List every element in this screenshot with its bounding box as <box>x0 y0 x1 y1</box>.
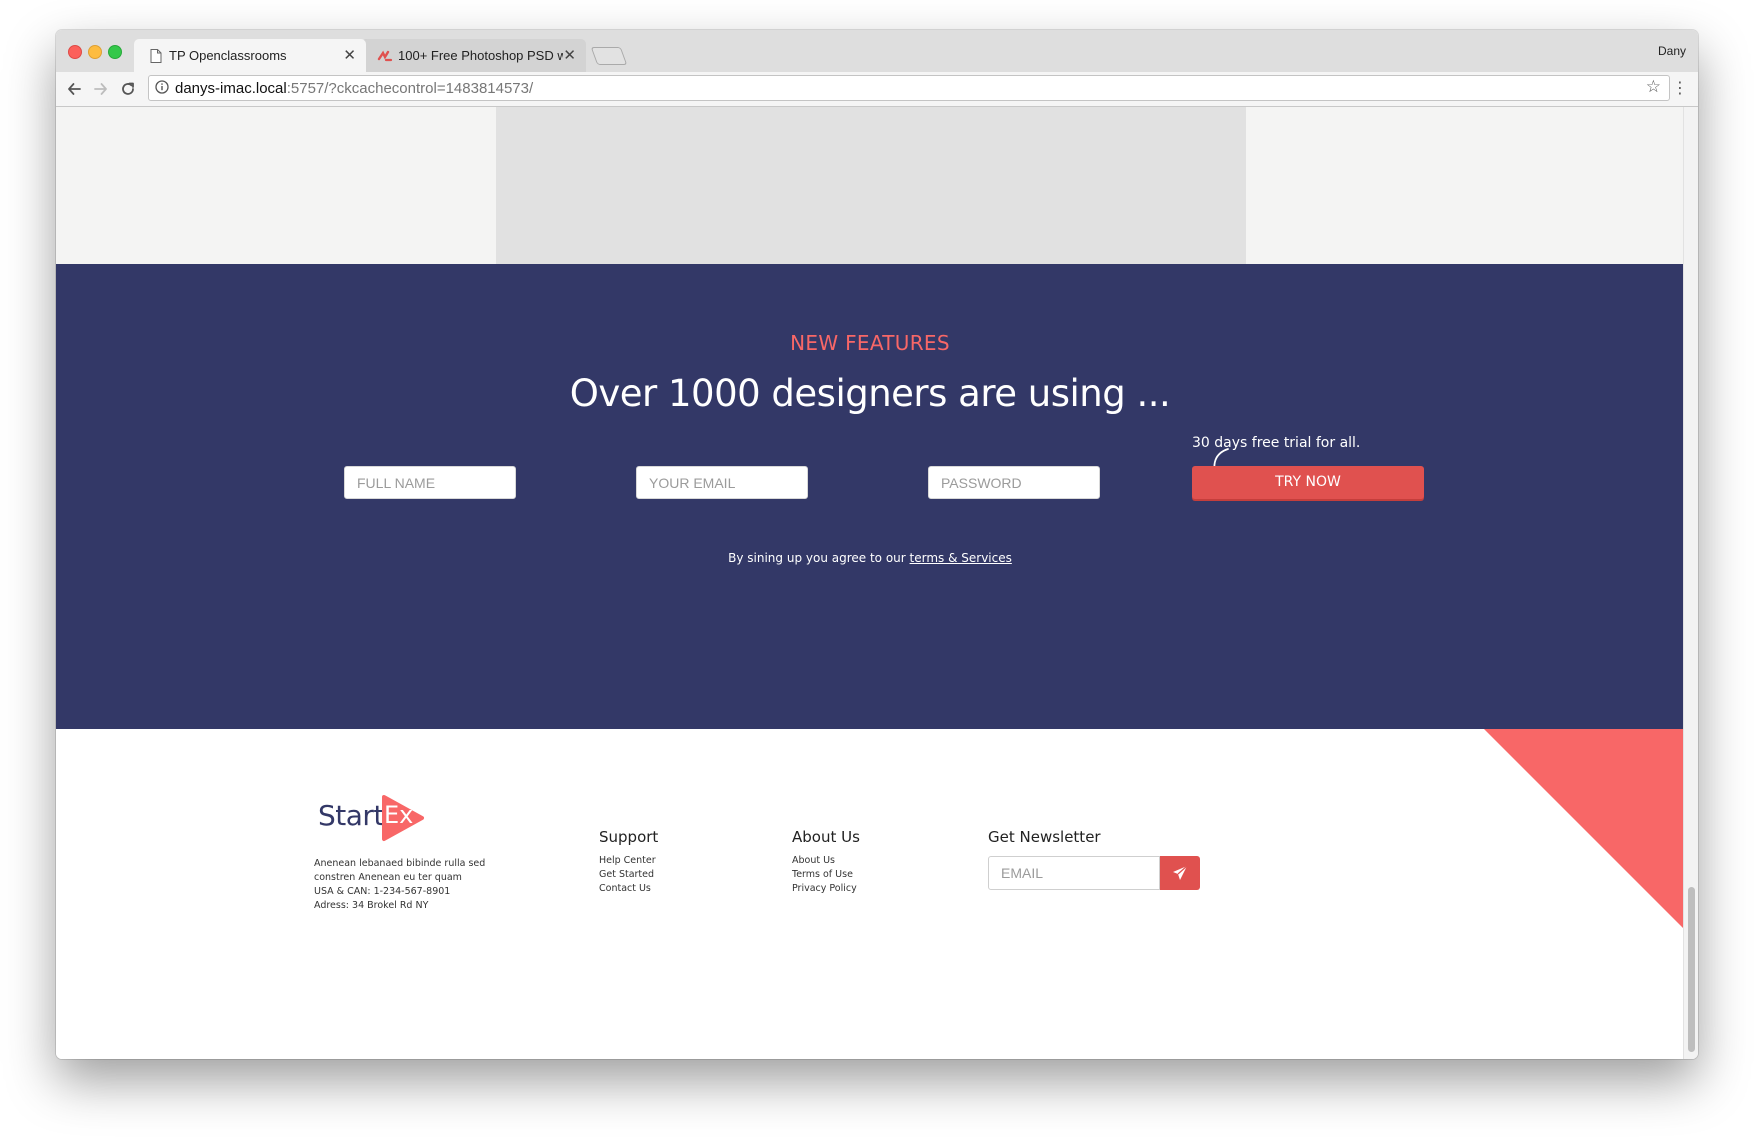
menu-icon[interactable]: ⋮ <box>1672 80 1688 96</box>
forward-arrow-icon[interactable] <box>93 81 109 97</box>
close-icon[interactable]: ✕ <box>563 46 576 64</box>
info-line: USA & CAN: 1-234-567-8901 <box>314 886 451 897</box>
page-icon <box>150 49 162 63</box>
info-icon[interactable] <box>155 80 169 94</box>
tab-photoshop-psd[interactable]: 100+ Free Photoshop PSD web ✕ <box>362 39 586 72</box>
tab-title: 100+ Free Photoshop PSD web <box>398 48 563 63</box>
footer-link-privacy[interactable]: Privacy Policy <box>792 882 860 896</box>
star-icon[interactable]: ☆ <box>1646 77 1661 97</box>
zoom-window-button[interactable] <box>108 45 122 59</box>
corner-decoration <box>1484 729 1684 929</box>
about-column: About Us About Us Terms of Use Privacy P… <box>792 828 860 896</box>
footer-link-terms[interactable]: Terms of Use <box>792 868 860 882</box>
new-tab-button[interactable] <box>590 47 628 65</box>
column-title: Support <box>599 828 659 846</box>
footer: Start Ex Anenean lebanaed bibinde rulla … <box>56 729 1684 1059</box>
email-input[interactable]: YOUR EMAIL <box>636 466 808 499</box>
close-window-button[interactable] <box>68 45 82 59</box>
newsletter-column: Get Newsletter <box>988 828 1101 854</box>
footer-link-about-us[interactable]: About Us <box>792 854 860 868</box>
footer-link-help-center[interactable]: Help Center <box>599 854 658 868</box>
full-name-input[interactable]: FULL NAME <box>344 466 516 499</box>
paper-plane-icon <box>1173 865 1188 880</box>
address-bar[interactable]: danys-imac.local:5757/?ckcachecontrol=14… <box>148 75 1670 101</box>
info-line: Anenean lebanaed bibinde rulla sed <box>314 858 486 869</box>
url-host: danys-imac.local <box>175 80 287 97</box>
signup-section: NEW FEATURES Over 1000 designers are usi… <box>56 264 1684 729</box>
section-heading: Over 1000 designers are using ... <box>569 372 1171 415</box>
column-title: Get Newsletter <box>988 828 1101 846</box>
page-viewport: NEW FEATURES Over 1000 designers are usi… <box>56 107 1698 1059</box>
hero-image-placeholder <box>496 107 1246 264</box>
terms-link[interactable]: terms & Services <box>910 551 1012 565</box>
profile-name[interactable]: Dany <box>1658 44 1686 58</box>
newsletter-submit-button[interactable] <box>1160 856 1200 890</box>
footer-link-get-started[interactable]: Get Started <box>599 868 658 882</box>
footer-link-contact-us[interactable]: Contact Us <box>599 882 658 896</box>
scrollbar-thumb[interactable] <box>1688 887 1695 1052</box>
try-now-button[interactable]: TRY NOW <box>1192 466 1424 499</box>
url-text: danys-imac.local:5757/?ckcachecontrol=14… <box>175 80 533 97</box>
browser-window: TP Openclassrooms ✕ 100+ Free Photoshop … <box>56 30 1698 1059</box>
legal-note: By sining up you agree to our terms & Se… <box>56 551 1684 565</box>
brand-ex: Ex <box>384 801 414 829</box>
tab-strip: TP Openclassrooms ✕ 100+ Free Photoshop … <box>56 30 1698 72</box>
reload-icon[interactable] <box>120 81 136 97</box>
scrollbar-track[interactable] <box>1683 107 1698 1059</box>
brand-favicon <box>377 50 393 62</box>
company-info: Anenean lebanaed bibinde rulla sed const… <box>314 857 494 913</box>
brand-start: Start <box>318 799 384 832</box>
support-column: Support Help Center Get Started Contact … <box>599 828 658 896</box>
section-kicker: NEW FEATURES <box>790 331 950 355</box>
back-arrow-icon[interactable] <box>66 81 82 97</box>
info-line: Adress: 34 Brokel Rd NY <box>314 900 429 911</box>
web-page: NEW FEATURES Over 1000 designers are usi… <box>56 107 1684 1059</box>
info-line: constren Anenean eu ter quam <box>314 872 462 883</box>
newsletter-email-input[interactable]: EMAIL <box>988 856 1160 890</box>
legal-text: By sining up you agree to our <box>728 551 910 565</box>
column-title: About Us <box>792 828 860 846</box>
tab-openclassrooms[interactable]: TP Openclassrooms ✕ <box>134 39 366 72</box>
minimize-window-button[interactable] <box>88 45 102 59</box>
tab-title: TP Openclassrooms <box>169 48 287 63</box>
url-path: :5757/?ckcachecontrol=1483814573/ <box>286 80 534 97</box>
hero-section <box>56 107 1684 264</box>
close-icon[interactable]: ✕ <box>343 46 356 64</box>
browser-toolbar: danys-imac.local:5757/?ckcachecontrol=14… <box>56 72 1698 107</box>
password-input[interactable]: PASSWORD <box>928 466 1100 499</box>
